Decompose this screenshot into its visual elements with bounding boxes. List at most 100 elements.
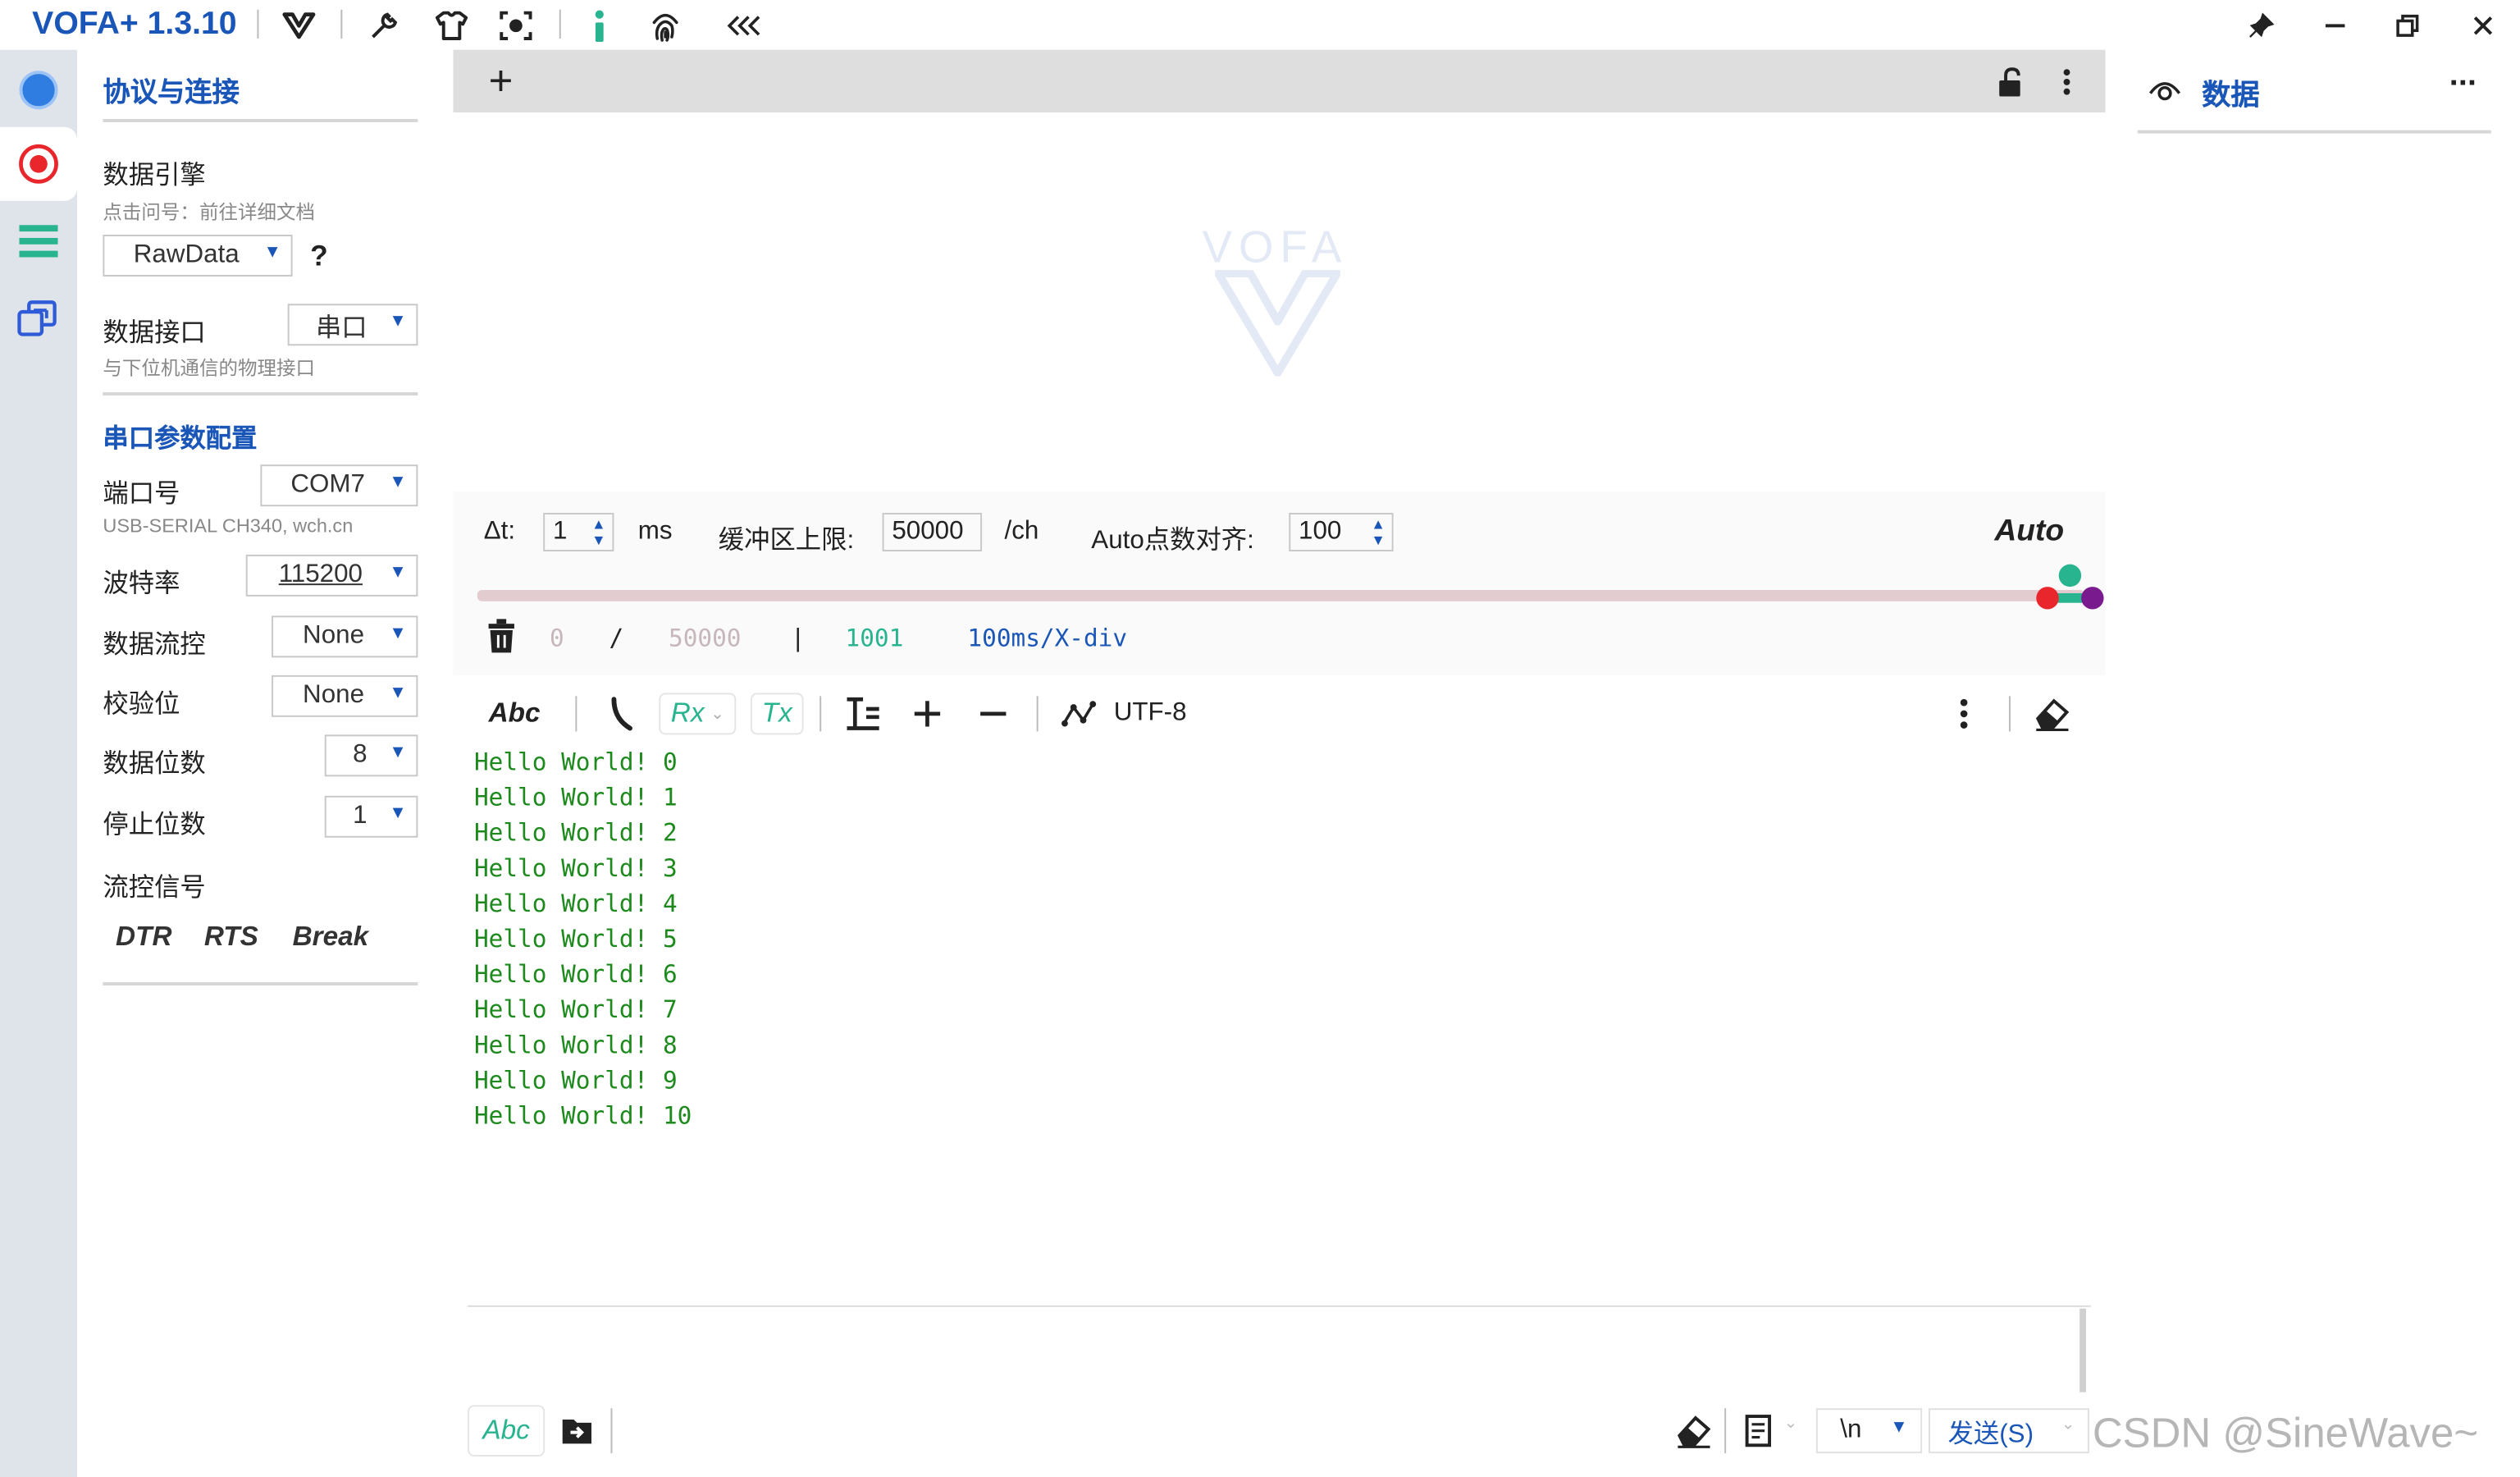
divider [103,392,418,396]
break-toggle[interactable]: Break [293,921,369,953]
parity-select[interactable]: None ▼ [272,674,418,717]
graph-controls: Δt: 1 ▲ ▼ ms 缓冲区上限: 50000 /ch Auto点数对齐: 1… [453,492,2108,675]
dt-label: Δt: [483,517,516,546]
port-hint: USB-SERIAL CH340, wch.cn [103,514,354,537]
timeline-handles[interactable] [2034,561,2108,624]
minimize-icon[interactable] [2317,8,2353,43]
send-text-mode-button[interactable]: Abc [468,1405,546,1457]
baud-label: 波特率 [103,570,180,598]
zoom-in-icon[interactable] [911,693,943,734]
signals-label: 流控信号 [103,874,206,903]
vofa-logo-icon[interactable] [281,8,317,43]
graph-area[interactable]: VOFA [453,112,2106,492]
info-icon[interactable] [582,8,617,43]
send-input-scrollbar[interactable] [2079,1308,2087,1392]
buffer-label: 缓冲区上限: [718,527,855,555]
script-icon[interactable] [1742,1413,1774,1456]
close-icon[interactable] [2465,8,2500,43]
interface-select[interactable]: 串口 ▼ [287,304,418,346]
timeline-fill [477,590,2085,601]
unlock-icon[interactable] [1996,66,2025,106]
pin-icon[interactable] [2244,8,2279,43]
chevron-down-icon: ▼ [263,242,281,263]
baud-select[interactable]: 115200 ▼ [245,554,418,597]
nav-list-button[interactable] [0,204,77,278]
buffer-input[interactable]: 50000 [882,512,983,552]
divider [257,9,259,39]
eye-icon[interactable] [2147,75,2182,112]
rts-toggle[interactable]: RTS [204,921,258,953]
dt-unit: ms [637,517,673,546]
more-vertical-icon[interactable] [2061,66,2074,106]
terminal-line: Hello World! 8 [473,1030,678,1060]
newline-value: \n [1840,1416,1862,1444]
interface-label: 数据接口 [103,319,206,348]
stopbits-select[interactable]: 1 ▼ [324,795,418,838]
databits-select[interactable]: 8 ▼ [324,734,418,777]
terminal-output[interactable]: Hello World! 0 Hello World! 1 Hello Worl… [474,744,2081,1291]
more-horizontal-icon[interactable]: ··· [2449,66,2478,103]
chevron-down-icon: ⌄ [710,705,724,723]
hook-icon[interactable] [608,693,633,734]
engine-hint: 点击问号：前往详细文档 [103,200,316,224]
encoding-select[interactable]: UTF-8 [1114,693,1187,734]
count-value: 0 [550,624,564,653]
clear-send-eraser-icon[interactable] [1674,1413,1713,1456]
shirt-icon[interactable] [434,8,469,43]
send-file-icon[interactable] [559,1413,595,1456]
nav-record-button[interactable] [0,126,78,201]
tx-toggle[interactable]: Tx [750,693,804,735]
panel-title: 协议与连接 [103,77,240,108]
nav-windows-button[interactable] [0,281,77,355]
count-slash: / [609,624,624,653]
timeline-track[interactable] [477,590,2085,601]
rx-toggle[interactable]: Rx ⌄ [659,693,737,735]
camera-focus-icon[interactable] [498,8,533,43]
divider [340,9,343,39]
send-button[interactable]: 发送(S) ⌄ [1929,1408,2089,1454]
zoom-out-icon[interactable] [977,693,1009,734]
terminal-line: Hello World! 5 [473,924,678,953]
terminal-line: Hello World! 7 [473,995,678,1025]
flow-select[interactable]: None ▼ [272,615,418,658]
engine-label: 数据引擎 [103,162,206,190]
spin-arrows-icon: ▲ ▼ [1371,515,1386,549]
divider [575,696,578,732]
data-panel-title: 数据 [2202,79,2260,112]
chevron-down-icon: ▼ [1890,1418,1908,1438]
chevron-down-icon: ▼ [389,803,407,824]
parity-label: 校验位 [103,691,180,719]
dtr-toggle[interactable]: DTR [116,921,171,953]
terminal-line: Hello World! 6 [473,959,678,989]
text-format-icon[interactable] [844,693,883,734]
auto-button[interactable]: Auto [1994,514,2064,550]
baud-value: 115200 [278,560,363,589]
port-select[interactable]: COM7 ▼ [260,464,418,507]
terminal-line: Hello World! 3 [473,853,678,883]
nav-connection-button[interactable] [0,53,77,127]
databits-value: 8 [353,741,368,769]
align-spinbox[interactable]: 100 ▲ ▼ [1289,512,1394,552]
dt-spinbox[interactable]: 1 ▲ ▼ [543,512,614,552]
interface-hint: 与下位机通信的物理接口 [103,356,316,380]
chevron-down-icon: ▼ [389,312,407,332]
fingerprint-icon[interactable] [648,8,683,43]
restore-icon[interactable] [2390,8,2425,43]
send-input[interactable] [468,1308,2080,1392]
eraser-icon[interactable] [2033,693,2071,734]
add-widget-button[interactable]: + [489,57,514,105]
flow-label: 数据流控 [103,631,206,660]
collapse-icon[interactable] [727,8,762,43]
trash-icon[interactable] [486,619,518,662]
wrench-icon[interactable] [367,8,402,43]
newline-select[interactable]: \n ▼ [1815,1408,1923,1454]
chevron-down-icon[interactable]: ⌄ [1784,1415,1797,1433]
waveform-icon[interactable] [1061,693,1099,734]
terminal-line: Hello World! 2 [473,818,678,848]
vofa-watermark-text: VOFA [1202,222,1349,272]
text-mode-button[interactable]: Abc [489,693,541,734]
engine-help-button[interactable]: ? [310,240,328,273]
buffer-value: 50000 [892,517,964,546]
more-vertical-icon[interactable] [1957,693,1970,734]
engine-select[interactable]: RawData ▼ [103,235,293,277]
